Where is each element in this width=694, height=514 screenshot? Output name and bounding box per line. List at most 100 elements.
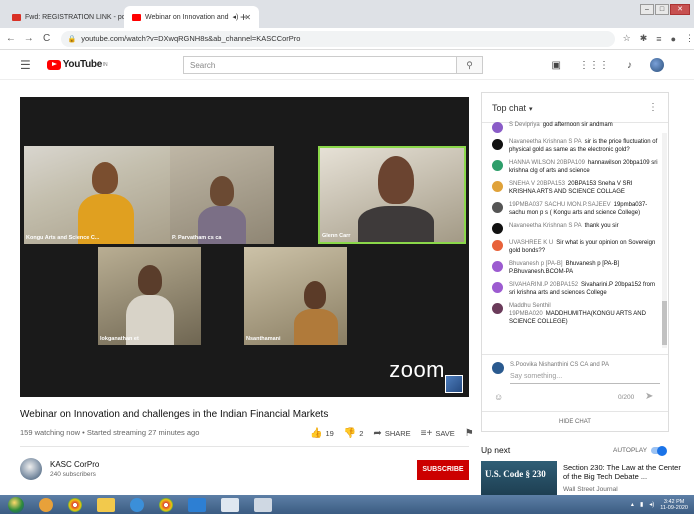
- app-icon[interactable]: [188, 497, 206, 512]
- tray-arrow-icon[interactable]: ▴: [631, 501, 634, 508]
- volume-icon[interactable]: ◂): [649, 501, 654, 508]
- minimize-button[interactable]: –: [640, 4, 654, 15]
- chat-message-body: S Devipriya god afternoon sir andmam: [509, 121, 613, 133]
- video-player[interactable]: Kongu Arts and Science C... P. Parvatham…: [20, 97, 469, 397]
- chat-author-name[interactable]: HANNA WILSON 20BPA109: [509, 160, 585, 166]
- extension-icon[interactable]: ✱: [640, 33, 648, 44]
- chat-scrollbar[interactable]: [662, 133, 667, 348]
- chat-message-text: thank you sir: [584, 223, 619, 229]
- chat-author-avatar[interactable]: [492, 202, 503, 213]
- chat-message[interactable]: 19PMBA037 SACHU MON.P.SAJEEV 19pmba037-sa…: [482, 199, 664, 220]
- chat-author-avatar[interactable]: [492, 139, 503, 150]
- chat-author-name[interactable]: Navaneetha Krishnan S PA: [509, 223, 582, 229]
- system-tray: ▴ ▮ ◂) 3:42 PM 11-09-2020: [631, 499, 688, 511]
- new-tab-button[interactable]: +: [240, 10, 247, 24]
- hamburger-menu-icon[interactable]: ☰: [20, 58, 31, 72]
- apps-grid-icon[interactable]: ⋮⋮⋮: [579, 60, 609, 71]
- chat-filter-dropdown[interactable]: Top chat ▾: [492, 103, 533, 113]
- file-explorer-icon[interactable]: [97, 497, 115, 512]
- share-button[interactable]: ➦ SHARE: [373, 428, 410, 439]
- participant-name: Nsanthamani: [246, 336, 281, 342]
- menu-icon[interactable]: ⋮: [685, 33, 694, 44]
- search-input[interactable]: Search: [183, 56, 457, 74]
- chat-message[interactable]: S Devipriya god afternoon sir andmam: [482, 119, 664, 136]
- chat-author-avatar[interactable]: [492, 240, 503, 251]
- chat-author-name[interactable]: UVASHREE K U: [509, 240, 553, 246]
- maximize-button[interactable]: □: [655, 4, 669, 15]
- window-icon[interactable]: [221, 497, 239, 512]
- notifications-bell-icon[interactable]: ♪: [627, 60, 632, 71]
- dislike-button[interactable]: 👎 2: [344, 428, 364, 439]
- chat-author-avatar[interactable]: [492, 261, 503, 272]
- profile-icon[interactable]: ●: [671, 34, 676, 44]
- account-avatar[interactable]: [650, 58, 664, 72]
- chat-author-avatar[interactable]: [492, 282, 503, 293]
- chat-message[interactable]: Bhuvanesh p [PA-B] Bhuvanesh p [PA-B] P.B…: [482, 258, 664, 279]
- chat-messages[interactable]: S Devipriya god afternoon sir andmam Navan…: [482, 119, 664, 349]
- chat-author-name[interactable]: S Devipriya: [509, 122, 540, 128]
- chat-message[interactable]: Navaneetha Krishnan S PA thank you sir: [482, 220, 664, 237]
- start-button[interactable]: [8, 496, 24, 513]
- chat-message[interactable]: SIVAHARINI.P 20BPA152 Sivaharini.P 20bpa1…: [482, 279, 664, 300]
- youtube-country-code: IN: [102, 61, 108, 68]
- youtube-logo-text: YouTube: [62, 59, 103, 70]
- window-controls: – □ ✕: [640, 4, 690, 15]
- chat-message[interactable]: HANNA WILSON 20BPA109 hannawilson 20bpa10…: [482, 157, 664, 178]
- chat-author-name[interactable]: SNEHA V 20BPA153: [509, 181, 565, 187]
- video-actions: 👍 19 👎 2 ➦ SHARE ≡+ SAVE ⚑: [310, 428, 477, 439]
- chat-input[interactable]: Say something...: [510, 373, 660, 384]
- internet-explorer-icon[interactable]: [130, 497, 144, 512]
- document-icon[interactable]: [254, 497, 272, 512]
- chrome-icon[interactable]: [68, 497, 82, 512]
- reload-icon[interactable]: C: [40, 33, 54, 44]
- clock[interactable]: 3:42 PM 11-09-2020: [660, 499, 688, 511]
- chrome-icon-2[interactable]: [159, 497, 173, 512]
- chat-author-name[interactable]: SIVAHARINI.P 20BPA152: [509, 282, 578, 288]
- subscribe-button[interactable]: SUBSCRIBE: [417, 460, 469, 480]
- forward-icon[interactable]: →: [22, 33, 36, 44]
- reading-list-icon[interactable]: ≡: [656, 34, 661, 44]
- report-button[interactable]: ⚑: [465, 428, 477, 439]
- emoji-icon[interactable]: ☺: [494, 392, 503, 402]
- back-icon[interactable]: ←: [4, 33, 18, 44]
- send-icon[interactable]: ➤: [645, 391, 653, 402]
- speaker-icon: ◂): [232, 14, 239, 21]
- chat-author-avatar[interactable]: [492, 122, 503, 133]
- star-icon[interactable]: ☆: [623, 33, 631, 44]
- thumbnail-text: U.S. Code § 230: [485, 469, 546, 479]
- chat-author-avatar[interactable]: [492, 223, 503, 234]
- channel-avatar[interactable]: [20, 458, 42, 480]
- chat-author-avatar[interactable]: [492, 303, 503, 314]
- chat-message[interactable]: Navaneetha Krishnan S PA sir is the price…: [482, 136, 664, 157]
- chat-message[interactable]: Maddhu Senthil 19PMBA020 MADDHUMITHA(KONG…: [482, 300, 664, 329]
- chat-author-name[interactable]: Bhuvanesh p [PA-B]: [509, 261, 563, 267]
- create-video-icon[interactable]: ▣: [552, 60, 561, 71]
- autoplay-toggle[interactable]: [651, 445, 667, 456]
- recommended-thumbnail[interactable]: U.S. Code § 230: [481, 461, 557, 497]
- like-button[interactable]: 👍 19: [310, 428, 334, 439]
- video-meta: 159 watching now • Started streaming 27 …: [20, 428, 200, 437]
- chat-author-avatar[interactable]: [492, 181, 503, 192]
- chat-message[interactable]: SNEHA V 20BPA153 20BPA153 Sneha V SRI KRI…: [482, 178, 664, 199]
- hide-chat-button[interactable]: HIDE CHAT: [482, 411, 668, 431]
- chat-author-name[interactable]: Navaneetha Krishnan S PA: [509, 139, 582, 145]
- scrollbar-thumb[interactable]: [662, 301, 667, 345]
- chat-message-body: SNEHA V 20BPA153 20BPA153 Sneha V SRI KRI…: [509, 180, 658, 196]
- url-field[interactable]: 🔒 youtube.com/watch?v=DXwqRGNH8s&ab_chan…: [61, 30, 615, 47]
- close-window-button[interactable]: ✕: [670, 4, 690, 15]
- recommended-title[interactable]: Section 230: The Law at the Center of th…: [563, 463, 683, 481]
- network-icon[interactable]: ▮: [640, 501, 643, 508]
- more-options-icon[interactable]: ⋮: [648, 102, 658, 113]
- share-label: SHARE: [384, 429, 411, 438]
- tab-youtube[interactable]: Webinar on Innovation and ◂) ✕: [124, 6, 260, 28]
- chat-message[interactable]: UVASHREE K U Sir what is your opinion on …: [482, 237, 664, 258]
- youtube-logo[interactable]: YouTube IN: [46, 59, 108, 70]
- save-button[interactable]: ≡+ SAVE: [421, 428, 455, 439]
- flag-icon: ⚑: [464, 428, 474, 439]
- chat-author-avatar[interactable]: [492, 160, 503, 171]
- channel-name[interactable]: KASC CorPro: [50, 460, 99, 469]
- chat-author-name[interactable]: 19PMBA037 SACHU MON.P.SAJEEV: [509, 202, 611, 208]
- search-button[interactable]: ⚲: [457, 56, 483, 74]
- media-player-icon[interactable]: [39, 497, 53, 512]
- chat-author-name[interactable]: Maddhu Senthil 19PMBA020: [509, 303, 551, 317]
